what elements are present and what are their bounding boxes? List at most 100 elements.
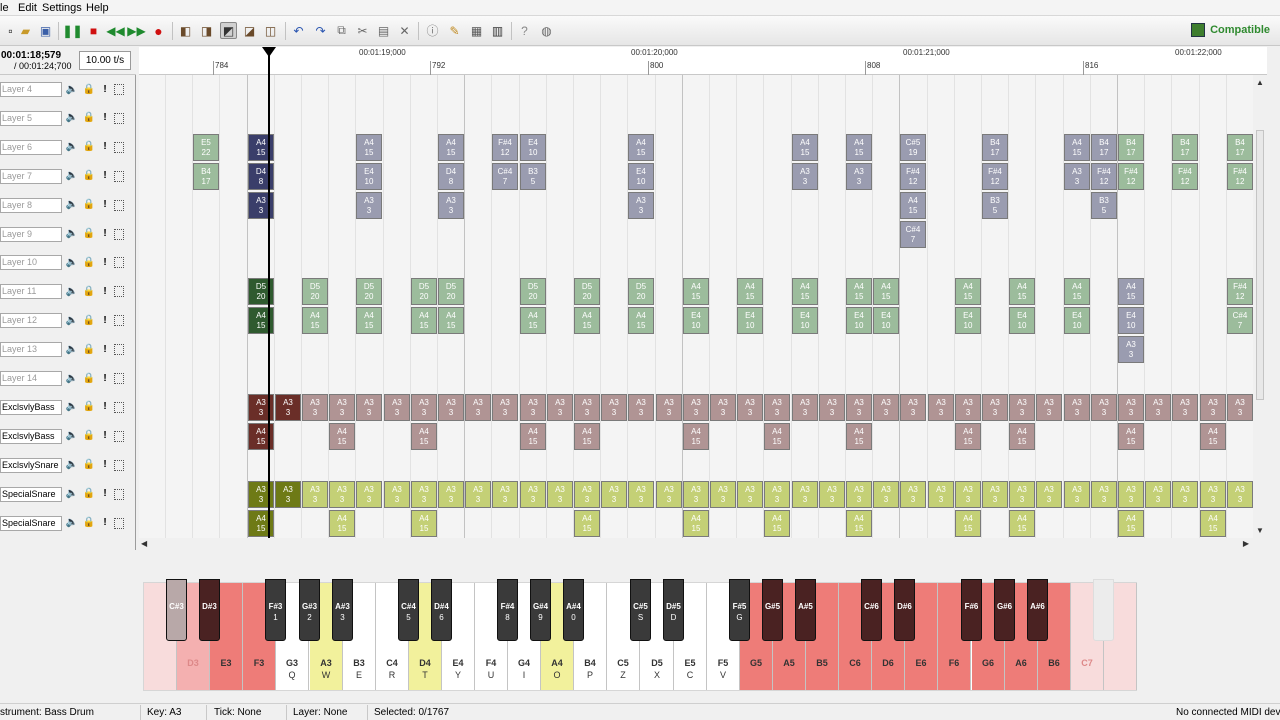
select-layer-icon[interactable] — [114, 517, 124, 529]
note-block[interactable]: B3 5 — [982, 192, 1008, 219]
note-block[interactable]: A3 3 — [438, 481, 464, 508]
solo-icon[interactable]: ! — [99, 82, 111, 96]
volume-icon[interactable]: 🔈 — [66, 400, 78, 414]
note-block[interactable]: A4 15 — [873, 278, 899, 305]
note-block[interactable]: A3 3 — [656, 481, 682, 508]
note-block[interactable]: A4 15 — [248, 510, 274, 537]
note-block[interactable]: A3 3 — [1145, 481, 1171, 508]
note-block[interactable]: A4 15 — [248, 423, 274, 450]
lock-icon[interactable]: 🔒 — [83, 487, 95, 501]
scroll-down-icon[interactable]: ▼ — [1256, 526, 1264, 535]
note-block[interactable]: A3 3 — [846, 394, 872, 421]
note-block[interactable]: A3 3 — [1172, 481, 1198, 508]
lock-icon[interactable]: 🔒 — [83, 371, 95, 385]
solo-icon[interactable]: ! — [99, 342, 111, 356]
note-block[interactable]: A3 3 — [547, 481, 573, 508]
note-block[interactable]: A3 3 — [1064, 481, 1090, 508]
note-block[interactable]: A3 3 — [438, 192, 464, 219]
volume-icon[interactable]: 🔈 — [66, 198, 78, 212]
note-block[interactable]: A3 3 — [1227, 394, 1253, 421]
note-block[interactable]: A3 3 — [900, 394, 926, 421]
note-block[interactable]: A3 3 — [1036, 481, 1062, 508]
select-layer-icon[interactable] — [114, 315, 124, 327]
note-block[interactable]: A4 15 — [683, 510, 709, 537]
note-block[interactable]: F#4 12 — [1091, 163, 1117, 190]
lock-icon[interactable]: 🔒 — [83, 516, 95, 530]
note-block[interactable]: A4 15 — [1118, 278, 1144, 305]
piano-black-key[interactable]: G#5 — [762, 579, 783, 641]
volume-icon[interactable]: 🔈 — [66, 255, 78, 269]
menu-file[interactable]: le — [0, 2, 9, 14]
note-block[interactable]: A3 3 — [1091, 481, 1117, 508]
note-block[interactable]: A3 3 — [819, 481, 845, 508]
note-block[interactable]: A4 15 — [955, 278, 981, 305]
layer-name-field[interactable]: Layer 9 — [0, 226, 62, 242]
note-block[interactable]: A3 3 — [302, 394, 328, 421]
piano-black-key[interactable]: A#4 0 — [563, 579, 584, 641]
note-block[interactable]: D5 20 — [248, 278, 274, 305]
note-block[interactable]: A3 3 — [1064, 163, 1090, 190]
select-layer-icon[interactable] — [114, 459, 124, 471]
piano-black-key[interactable]: C#5 S — [630, 579, 651, 641]
timeline-ruler[interactable]: 00:01:19;000 00:01:20;000 00:01:21;000 00:0… — [139, 47, 1267, 75]
select-layer-icon[interactable] — [114, 228, 124, 240]
note-block[interactable]: A4 15 — [846, 510, 872, 537]
piano-black-key[interactable]: F#6 — [961, 579, 982, 641]
note-block[interactable]: A3 3 — [764, 394, 790, 421]
note-block[interactable]: E4 10 — [1118, 307, 1144, 334]
note-block[interactable]: A3 3 — [1009, 394, 1035, 421]
piano-black-key[interactable]: G#3 2 — [299, 579, 320, 641]
note-block[interactable]: A3 3 — [873, 394, 899, 421]
note-block[interactable]: A4 15 — [900, 192, 926, 219]
lock-icon[interactable]: 🔒 — [83, 284, 95, 298]
note-block[interactable]: F#4 12 — [1227, 278, 1253, 305]
note-block[interactable]: D5 20 — [438, 278, 464, 305]
piano-black-key[interactable]: F#3 1 — [265, 579, 286, 641]
volume-icon[interactable]: 🔈 — [66, 140, 78, 154]
note-block[interactable]: A3 3 — [547, 394, 573, 421]
note-block[interactable]: A3 3 — [601, 394, 627, 421]
select-invert-icon[interactable]: ◫ — [262, 22, 279, 39]
note-block[interactable]: A3 3 — [792, 163, 818, 190]
solo-icon[interactable]: ! — [99, 140, 111, 154]
note-block[interactable]: A4 15 — [846, 278, 872, 305]
lock-icon[interactable]: 🔒 — [83, 400, 95, 414]
note-block[interactable]: F#4 12 — [1118, 163, 1144, 190]
note-block[interactable]: A3 3 — [574, 394, 600, 421]
note-block[interactable]: A3 3 — [520, 481, 546, 508]
note-block[interactable]: B3 5 — [1091, 192, 1117, 219]
lock-icon[interactable]: 🔒 — [83, 169, 95, 183]
volume-icon[interactable]: 🔈 — [66, 227, 78, 241]
lock-icon[interactable]: 🔒 — [83, 140, 95, 154]
lock-icon[interactable]: 🔒 — [83, 198, 95, 212]
note-block[interactable]: A3 3 — [1064, 394, 1090, 421]
piano-black-key[interactable]: A#5 — [795, 579, 816, 641]
note-block[interactable]: A3 3 — [1036, 394, 1062, 421]
copy-icon[interactable]: ⧉ — [333, 22, 350, 39]
solo-icon[interactable]: ! — [99, 371, 111, 385]
select-layer-icon[interactable] — [114, 344, 124, 356]
scroll-right-icon[interactable]: ▶ — [1243, 539, 1249, 548]
note-block[interactable]: B4 17 — [1091, 134, 1117, 161]
piano-black-key[interactable]: G#4 9 — [530, 579, 551, 641]
note-block[interactable]: E4 10 — [628, 163, 654, 190]
note-block[interactable]: A3 3 — [601, 481, 627, 508]
note-block[interactable]: F#4 12 — [982, 163, 1008, 190]
layer-name-field[interactable]: Layer 13 — [0, 342, 62, 358]
solo-icon[interactable]: ! — [99, 487, 111, 501]
note-block[interactable]: A4 15 — [329, 423, 355, 450]
note-block[interactable]: E4 10 — [873, 307, 899, 334]
edit-icon[interactable]: ✎ — [446, 22, 463, 39]
note-block[interactable]: A3 3 — [492, 481, 518, 508]
note-block[interactable]: A4 15 — [356, 134, 382, 161]
piano-black-key[interactable]: D#4 6 — [431, 579, 452, 641]
note-block[interactable]: A3 3 — [302, 481, 328, 508]
piano-black-key[interactable]: C#4 5 — [398, 579, 419, 641]
note-block[interactable]: A3 3 — [1009, 481, 1035, 508]
note-block[interactable]: A4 15 — [329, 510, 355, 537]
volume-icon[interactable]: 🔈 — [66, 429, 78, 443]
select-layer-icon[interactable] — [114, 257, 124, 269]
note-block[interactable]: A4 15 — [683, 423, 709, 450]
layer-name-field[interactable]: Layer 11 — [0, 284, 62, 300]
lock-icon[interactable]: 🔒 — [83, 313, 95, 327]
